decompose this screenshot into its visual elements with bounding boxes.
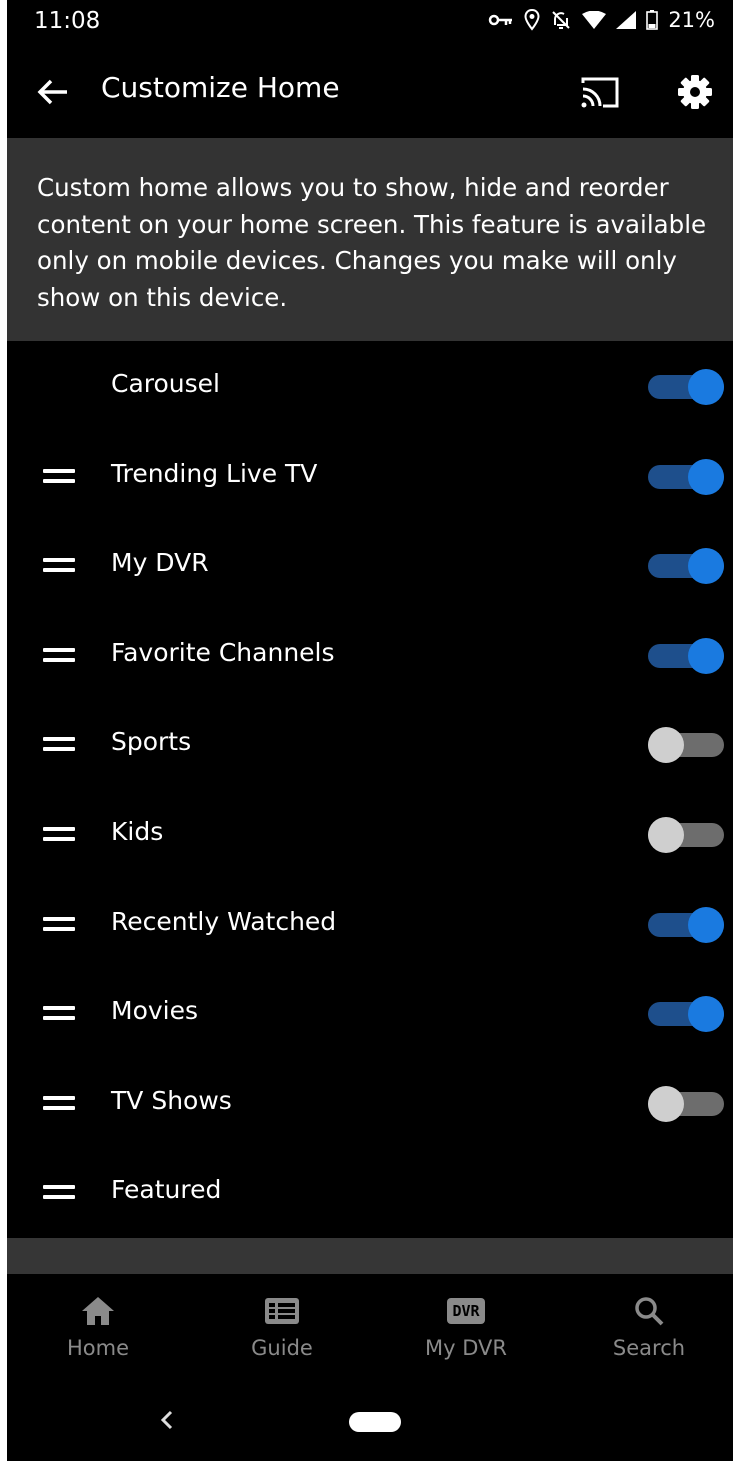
page-title: Customize Home	[101, 71, 340, 104]
section-label: Recently Watched	[111, 906, 337, 936]
drag-handle-icon[interactable]	[43, 826, 75, 841]
settings-button[interactable]	[675, 72, 715, 112]
info-banner: Custom home allows you to show, hide and…	[7, 138, 733, 341]
nav-search[interactable]: Search	[579, 1292, 719, 1360]
section-row-my-dvr: My DVR	[7, 520, 733, 610]
drag-handle-icon[interactable]	[43, 1185, 75, 1200]
signal-icon	[616, 11, 637, 29]
arrow-back-icon	[37, 79, 67, 105]
section-row-tv-shows: TV Shows	[7, 1058, 733, 1148]
drag-handle-icon[interactable]	[43, 558, 75, 573]
nav-guide[interactable]: Guide	[212, 1292, 352, 1360]
section-row-carousel: Carousel	[7, 341, 733, 431]
status-icons: 21%	[488, 8, 715, 32]
nav-search-label: Search	[612, 1336, 686, 1360]
drag-handle-icon[interactable]	[43, 1095, 75, 1110]
nav-guide-label: Guide	[251, 1336, 313, 1360]
status-bar: 11:08 21%	[7, 0, 733, 48]
recently-watched-toggle[interactable]	[648, 906, 724, 943]
bottom-navigation: Home Guide DVR My DVR Search	[7, 1274, 733, 1386]
screen-edge	[0, 0, 7, 1461]
trending-live-tv-toggle[interactable]	[648, 458, 724, 495]
cast-button[interactable]	[579, 72, 623, 112]
chevron-left-icon	[160, 1410, 173, 1430]
section-label: Trending Live TV	[111, 458, 318, 488]
drag-handle-icon[interactable]	[43, 916, 75, 931]
info-text: Custom home allows you to show, hide and…	[37, 173, 707, 312]
nav-my-dvr-label: My DVR	[425, 1336, 507, 1360]
drag-handle-icon[interactable]	[43, 468, 75, 483]
cast-icon	[581, 77, 619, 108]
drag-handle-icon[interactable]	[43, 647, 75, 662]
section-row-trending-live-tv: Trending Live TV	[7, 431, 733, 521]
my-dvr-toggle[interactable]	[648, 548, 724, 585]
drag-handle-icon[interactable]	[43, 1006, 75, 1021]
section-label: Movies	[111, 996, 199, 1026]
section-label: TV Shows	[111, 1085, 232, 1115]
section-label: Kids	[111, 816, 164, 846]
tv-shows-toggle[interactable]	[648, 1085, 724, 1122]
nav-home-label: Home	[66, 1336, 129, 1360]
gear-icon	[678, 75, 712, 109]
system-navigation-bar	[7, 1386, 733, 1461]
section-label: My DVR	[111, 548, 209, 578]
notifications-off-icon	[552, 11, 571, 29]
carousel-toggle[interactable]	[648, 369, 724, 405]
section-row-favorite-channels: Favorite Channels	[7, 610, 733, 700]
section-label: Sports	[111, 727, 192, 757]
app-bar: Customize Home	[7, 48, 733, 138]
section-row-recently-watched: Recently Watched	[7, 879, 733, 969]
section-row-sports: Sports	[7, 699, 733, 789]
back-button[interactable]	[33, 72, 73, 112]
movies-toggle[interactable]	[648, 996, 724, 1033]
battery-percent: 21%	[668, 8, 715, 32]
home-sections-list: Carousel Trending Live TV My DVR Favorit…	[7, 341, 733, 1237]
nav-home[interactable]: Home	[28, 1292, 168, 1360]
guide-icon	[265, 1298, 299, 1324]
status-time: 11:08	[34, 8, 101, 34]
system-home-pill[interactable]	[349, 1412, 401, 1432]
section-label: Favorite Channels	[111, 637, 335, 667]
favorite-channels-toggle[interactable]	[648, 637, 724, 674]
kids-toggle[interactable]	[648, 816, 724, 853]
sports-toggle[interactable]	[648, 727, 724, 764]
wifi-icon	[582, 11, 607, 29]
nav-my-dvr[interactable]: DVR My DVR	[396, 1292, 536, 1360]
search-icon	[635, 1297, 664, 1326]
section-row-featured: Featured	[7, 1147, 733, 1237]
system-back-button[interactable]	[157, 1406, 177, 1441]
drag-handle-icon[interactable]	[43, 737, 75, 752]
section-label: Carousel	[111, 369, 220, 398]
battery-icon	[646, 10, 659, 30]
vpn-key-icon	[489, 14, 513, 26]
section-row-movies: Movies	[7, 968, 733, 1058]
section-label: Featured	[111, 1175, 222, 1205]
section-row-kids: Kids	[7, 789, 733, 879]
location-icon	[524, 9, 540, 31]
list-footer-divider	[7, 1238, 733, 1274]
home-icon	[82, 1297, 114, 1325]
dvr-icon: DVR	[447, 1298, 485, 1324]
